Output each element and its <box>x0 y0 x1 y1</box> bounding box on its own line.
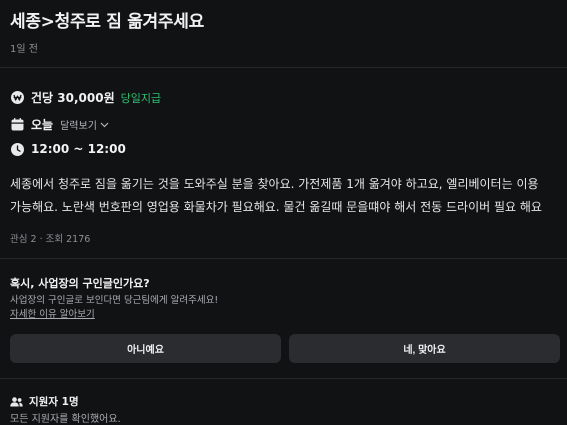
chevron-down-icon <box>100 122 109 128</box>
job-post-detail: 세종>청주로 짐 옮겨주세요 1일 전 건당 30,000원 당일지급 오늘 달… <box>0 0 567 425</box>
post-stats: 관심 2 · 조회 2176 <box>10 234 91 245</box>
reason-link[interactable]: 자세한 이유 알아보기 <box>10 306 95 320</box>
posted-time: 1일 전 <box>10 44 38 55</box>
calendar-link-label: 달력보기 <box>60 121 97 132</box>
time-range: 12:00 ~ 12:00 <box>31 142 126 156</box>
date-label: 오늘 <box>31 118 54 132</box>
applicant-count: 지원자 1명 <box>29 396 79 408</box>
yes-button[interactable]: 네, 맞아요 <box>289 334 560 363</box>
calendar-icon <box>10 118 24 132</box>
divider <box>0 67 567 68</box>
won-coin-icon <box>10 91 24 105</box>
date-row: 오늘 달력보기 <box>10 116 109 133</box>
post-description: 세종에서 청주로 짐을 옮기는 것을 도와주실 분을 찾아요. 가전제품 1개 … <box>10 177 542 214</box>
pay-amount: 건당 30,000원 <box>31 91 115 105</box>
business-hint: 사업장의 구인글로 보인다면 당근팀에게 알려주세요! <box>10 295 219 306</box>
time-row: 12:00 ~ 12:00 <box>10 142 126 156</box>
divider <box>0 258 567 259</box>
people-icon <box>10 396 23 407</box>
pay-badge: 당일지급 <box>120 91 162 105</box>
no-button[interactable]: 아니예요 <box>10 334 281 363</box>
pay-row: 건당 30,000원 당일지급 <box>10 89 161 106</box>
post-title: 세종>청주로 짐 옮겨주세요 <box>10 12 204 32</box>
divider <box>0 378 567 379</box>
applicants-header: 지원자 1명 <box>10 394 79 409</box>
business-question: 혹시, 사업장의 구인글인가요? <box>10 277 150 290</box>
clock-icon <box>10 142 24 156</box>
calendar-toggle[interactable]: 달력보기 <box>60 117 109 132</box>
